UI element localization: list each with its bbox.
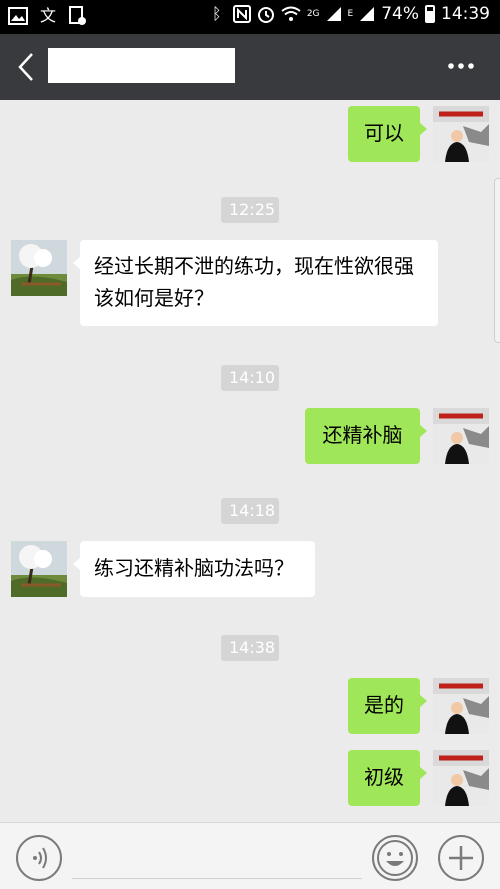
- chat-title: [48, 48, 235, 83]
- battery-icon: [425, 5, 435, 23]
- outgoing-message[interactable]: 是的: [348, 678, 427, 734]
- outgoing-message[interactable]: 可以: [348, 106, 427, 162]
- battery-percent: 74%: [381, 4, 419, 24]
- more-options-icon[interactable]: [446, 56, 476, 76]
- alarm-icon: [257, 7, 274, 23]
- message-line: 经过长期不泄的练功，现在性欲很强: [94, 254, 414, 278]
- status-bar: 文 ᛒ 2G E 74% 14:39: [0, 0, 500, 34]
- avatar-me[interactable]: [433, 678, 489, 734]
- message-line: 该如何是好？: [94, 286, 214, 310]
- avatar-image-me: [433, 106, 489, 162]
- voice-button[interactable]: [16, 835, 62, 881]
- wifi-icon: [281, 6, 301, 21]
- timestamp: 14:38: [221, 635, 279, 661]
- incoming-message[interactable]: 练习还精补脑功法吗？: [73, 541, 315, 597]
- avatar-image-me: [433, 408, 489, 464]
- gallery-icon: [8, 7, 28, 25]
- network-type: 2G: [306, 9, 320, 19]
- outgoing-message[interactable]: 初级: [348, 750, 427, 806]
- translate-icon: 文: [39, 6, 56, 25]
- nfc-icon: [232, 5, 251, 23]
- avatar-contact[interactable]: [11, 541, 67, 597]
- message-input[interactable]: [72, 835, 362, 879]
- signal-label: E: [347, 9, 354, 19]
- avatar-image-me: [433, 750, 489, 806]
- avatar-image-me: [433, 678, 489, 734]
- avatar-image-contact: [11, 240, 67, 296]
- emoji-button[interactable]: [372, 835, 418, 881]
- signal-icon-2: [360, 7, 375, 21]
- emoji-icon: [377, 840, 413, 876]
- input-bar: [0, 822, 500, 889]
- back-arrow-icon[interactable]: [12, 51, 42, 83]
- avatar-image-contact: [11, 541, 67, 597]
- avatar-contact[interactable]: [11, 240, 67, 296]
- more-functions-button[interactable]: [438, 835, 484, 881]
- timestamp: 14:10: [221, 365, 279, 391]
- signal-icon: [326, 7, 341, 21]
- scrollbar[interactable]: [494, 178, 500, 343]
- avatar-me[interactable]: [433, 408, 489, 464]
- incoming-message[interactable]: 经过长期不泄的练功，现在性欲很强 该如何是好？: [73, 240, 438, 326]
- plus-icon: [449, 846, 473, 870]
- timestamp: 14:18: [221, 498, 279, 524]
- clock: 14:39: [441, 4, 490, 24]
- title-bar: [0, 34, 500, 100]
- chat-area[interactable]: 可以 12:25 经过长期不泄的练功，现在性欲很强 该如何是好？ 14:10 还…: [0, 100, 500, 822]
- bluetooth-icon: ᛒ: [212, 4, 222, 23]
- timestamp: 12:25: [221, 197, 279, 223]
- file-sync-icon: [69, 6, 86, 25]
- voice-icon: [33, 847, 47, 869]
- avatar-me[interactable]: [433, 750, 489, 806]
- outgoing-message[interactable]: 还精补脑: [305, 408, 427, 464]
- avatar-me[interactable]: [433, 106, 489, 162]
